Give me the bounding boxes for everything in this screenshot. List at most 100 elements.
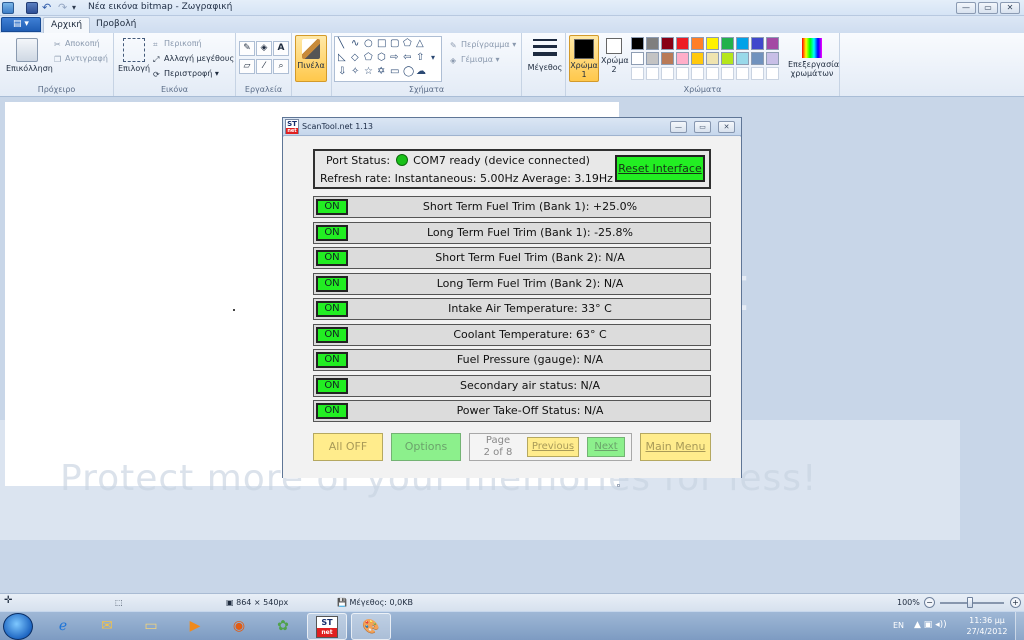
sensor-toggle-button[interactable]: ON [316,275,348,292]
custom-color-slot[interactable] [661,67,674,80]
fill-icon[interactable]: ◈ [256,41,272,56]
palette-swatch[interactable] [661,37,674,50]
outlook-icon[interactable]: ✉ [87,613,127,640]
scantool-close-button[interactable]: ✕ [718,121,735,133]
palette-swatch[interactable] [646,37,659,50]
resize-button[interactable]: ⤢ Αλλαγή μεγέθους [153,54,234,64]
language-indicator[interactable]: EN [893,621,904,630]
undo-icon[interactable]: ↶ [42,2,54,14]
custom-color-slot[interactable] [676,67,689,80]
scantool-minimize-button[interactable]: — [670,121,687,133]
all-off-button[interactable]: All OFF [313,433,383,461]
options-button[interactable]: Options [391,433,461,461]
right-arrow-shape-icon[interactable]: ⇨ [390,52,398,63]
zoom-in-button[interactable]: + [1010,597,1021,608]
start-button[interactable] [3,613,33,640]
palette-swatch[interactable] [706,52,719,65]
paint-taskbar-icon[interactable]: 🎨 [351,613,391,640]
sensor-toggle-button[interactable]: ON [316,352,348,368]
six-point-star-shape-icon[interactable]: ✡ [377,66,385,77]
color2-button[interactable]: Χρώμα 2 [601,38,629,74]
custom-color-slot[interactable] [706,67,719,80]
palette-swatch[interactable] [751,37,764,50]
palette-swatch[interactable] [646,52,659,65]
shapes-gallery[interactable]: ╲ ∿ ○ □ ▢ ⬠ △ ◺ ◇ ⬠ ⬡ ⇨ ⇦ ⇧ ⇩ ✧ ☆ ✡ ▭ ◯ … [334,36,442,82]
four-point-star-shape-icon[interactable]: ✧ [351,66,359,77]
tab-home[interactable]: Αρχική [43,17,91,33]
customize-quick-access-icon[interactable]: ▾ [72,2,84,14]
color-picker-icon[interactable]: ⁄ [256,59,272,74]
app-icon[interactable]: ✿ [263,613,303,640]
redo-icon[interactable]: ↷ [58,2,70,14]
polygon-shape-icon[interactable]: ⬠ [403,38,412,49]
cut-button[interactable]: ✂ Αποκοπή [54,39,100,49]
rounded-rectangle-shape-icon[interactable]: ▢ [390,38,399,49]
custom-color-slot[interactable] [691,67,704,80]
callout-oval-shape-icon[interactable]: ◯ [403,66,414,77]
palette-swatch[interactable] [691,52,704,65]
palette-swatch[interactable] [751,52,764,65]
reset-interface-button[interactable]: Reset Interface [615,155,705,182]
palette-swatch[interactable] [736,52,749,65]
tray-icons[interactable]: ▲ ▣ ◂)) [914,620,947,630]
palette-swatch[interactable] [676,52,689,65]
paint-menu-button[interactable]: ▤ ▾ [1,17,41,32]
five-point-star-shape-icon[interactable]: ☆ [364,66,373,77]
next-page-button[interactable]: Next [587,437,625,457]
curve-shape-icon[interactable]: ∿ [351,38,359,49]
magnifier-icon[interactable]: ⌕ [273,59,289,74]
sensor-toggle-button[interactable]: ON [316,377,348,394]
down-arrow-shape-icon[interactable]: ⇩ [338,66,346,77]
line-shape-icon[interactable]: ╲ [338,38,344,49]
palette-swatch[interactable] [721,52,734,65]
minimize-button[interactable]: — [956,2,976,14]
paste-button[interactable]: Επικόλληση [6,38,53,73]
main-menu-button[interactable]: Main Menu [640,433,711,461]
show-desktop-button[interactable] [1015,612,1024,640]
scantool-taskbar-icon[interactable]: ST net [307,613,347,640]
up-arrow-shape-icon[interactable]: ⇧ [416,52,424,63]
custom-color-slot[interactable] [721,67,734,80]
edit-colors-button[interactable]: Επεξεργασία χρωμάτων [788,38,839,78]
palette-swatch[interactable] [631,37,644,50]
previous-page-button[interactable]: Previous [527,437,579,457]
custom-color-slot[interactable] [736,67,749,80]
sensor-toggle-button[interactable]: ON [316,326,348,343]
scantool-maximize-button[interactable]: ▭ [694,121,711,133]
palette-swatch[interactable] [691,37,704,50]
firefox-icon[interactable]: ◉ [219,613,259,640]
hexagon-shape-icon[interactable]: ⬡ [377,52,386,63]
diamond-shape-icon[interactable]: ◇ [351,52,359,63]
close-button[interactable]: ✕ [1000,2,1020,14]
sensor-toggle-button[interactable]: ON [316,199,348,215]
palette-swatch[interactable] [766,37,779,50]
paint-app-icon[interactable] [2,2,14,14]
cloud-shape-icon[interactable]: ☁ [416,66,426,77]
palette-swatch[interactable] [706,37,719,50]
maximize-button[interactable]: ▭ [978,2,998,14]
oval-shape-icon[interactable]: ○ [364,38,373,49]
rectangle-shape-icon[interactable]: □ [377,38,386,49]
left-arrow-shape-icon[interactable]: ⇦ [403,52,411,63]
palette-swatch[interactable] [631,52,644,65]
palette-swatch[interactable] [721,37,734,50]
eraser-icon[interactable]: ▱ [239,59,255,74]
save-icon[interactable] [26,2,38,14]
pencil-icon[interactable]: ✎ [239,41,255,56]
clock[interactable]: 11:36 μμ 27/4/2012 [962,615,1012,637]
brushes-button[interactable]: Πινέλα [295,35,327,82]
zoom-out-button[interactable]: − [924,597,935,608]
pentagon-shape-icon[interactable]: ⬠ [364,52,373,63]
sensor-toggle-button[interactable]: ON [316,250,348,266]
fill-button[interactable]: ◈ Γέμισμα ▾ [450,55,500,65]
sensor-toggle-button[interactable]: ON [316,403,348,419]
right-triangle-shape-icon[interactable]: ◺ [338,52,346,63]
select-button[interactable]: Επιλογή [118,38,150,73]
sensor-toggle-button[interactable]: ON [316,301,348,317]
palette-swatch[interactable] [736,37,749,50]
internet-explorer-icon[interactable]: ℯ [43,613,83,640]
copy-button[interactable]: ❐ Αντιγραφή [54,54,108,64]
text-icon[interactable]: A [273,41,289,56]
media-player-icon[interactable]: ▶ [175,613,215,640]
custom-color-slot[interactable] [646,67,659,80]
